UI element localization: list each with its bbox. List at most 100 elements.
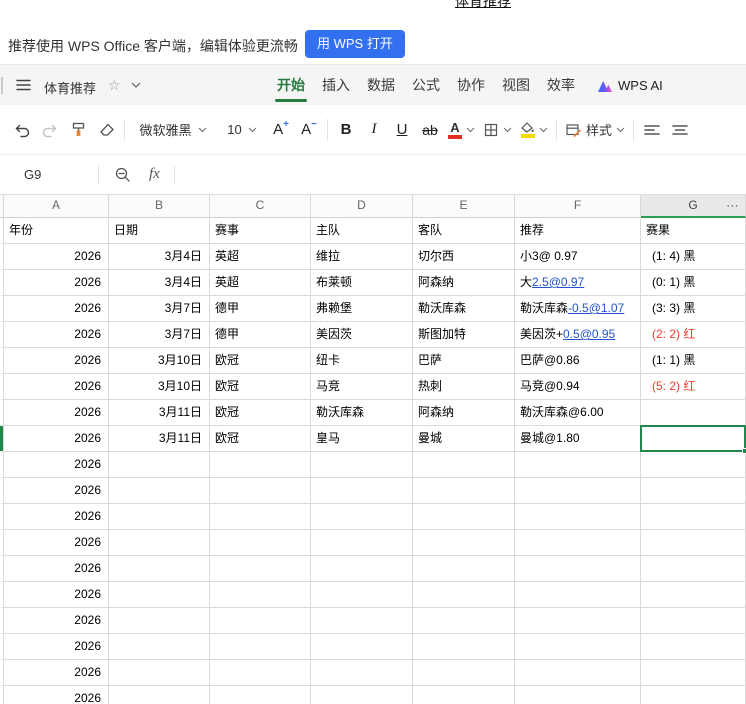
cell-D7[interactable]: 马竞 [311, 374, 413, 400]
cell-D19[interactable] [311, 686, 413, 704]
cell-F15[interactable] [515, 582, 641, 608]
cell-G4[interactable]: (3: 3) 黑 [641, 296, 746, 322]
cell-A16[interactable]: 2026 [4, 608, 109, 634]
align-left-button[interactable] [642, 115, 662, 145]
cell-A18[interactable]: 2026 [4, 660, 109, 686]
cell-C6[interactable]: 欧冠 [210, 348, 311, 374]
cell-G19[interactable] [641, 686, 746, 704]
cell-E5[interactable]: 斯图加特 [413, 322, 515, 348]
cell-B9[interactable]: 3月11日 [109, 426, 210, 452]
cell-style-button[interactable]: 样式 [565, 115, 625, 145]
cell-C11[interactable] [210, 478, 311, 504]
cell-G1[interactable]: 赛果 [641, 218, 746, 244]
cell-C19[interactable] [210, 686, 311, 704]
zoom-out-icon[interactable] [113, 160, 133, 190]
cell-E1[interactable]: 客队 [413, 218, 515, 244]
cell-G16[interactable] [641, 608, 746, 634]
cell-F12[interactable] [515, 504, 641, 530]
cell-E7[interactable]: 热刺 [413, 374, 515, 400]
cell-D18[interactable] [311, 660, 413, 686]
font-color-button[interactable]: A [448, 115, 475, 145]
cell-D1[interactable]: 主队 [311, 218, 413, 244]
cell-B13[interactable] [109, 530, 210, 556]
cell-F5[interactable]: 美因茨+0.5@0.95 [515, 322, 641, 348]
cell-E9[interactable]: 曼城 [413, 426, 515, 452]
column-header-A[interactable]: A [4, 195, 109, 218]
cell-G7[interactable]: (5: 2) 红 [641, 374, 746, 400]
favorite-star-icon[interactable]: ☆ [108, 77, 121, 93]
open-in-wps-button[interactable]: 用 WPS 打开 [305, 30, 405, 58]
cell-F13[interactable] [515, 530, 641, 556]
borders-button[interactable] [483, 115, 512, 145]
cell-F18[interactable] [515, 660, 641, 686]
cell-G5[interactable]: (2: 2) 红 [641, 322, 746, 348]
cell-A12[interactable]: 2026 [4, 504, 109, 530]
cell-F9[interactable]: 曼城@1.80 [515, 426, 641, 452]
cell-E17[interactable] [413, 634, 515, 660]
cell-G9[interactable] [640, 425, 746, 454]
tab-collaborate[interactable]: 协作 [457, 65, 485, 106]
cell-G12[interactable] [641, 504, 746, 530]
cell-B3[interactable]: 3月4日 [109, 270, 210, 296]
cell-A7[interactable]: 2026 [4, 374, 109, 400]
cell-B12[interactable] [109, 504, 210, 530]
cell-B2[interactable]: 3月4日 [109, 244, 210, 270]
cell-A3[interactable]: 2026 [4, 270, 109, 296]
cell-A1[interactable]: 年份 [4, 218, 109, 244]
decrease-font-button[interactable]: A − [299, 115, 319, 145]
cell-C13[interactable] [210, 530, 311, 556]
cell-E6[interactable]: 巴萨 [413, 348, 515, 374]
bold-button[interactable]: B [336, 115, 356, 145]
increase-font-button[interactable]: A + [271, 115, 291, 145]
cell-C17[interactable] [210, 634, 311, 660]
cell-A14[interactable]: 2026 [4, 556, 109, 582]
cell-D14[interactable] [311, 556, 413, 582]
cell-D11[interactable] [311, 478, 413, 504]
cell-G18[interactable] [641, 660, 746, 686]
cell-D4[interactable]: 弗赖堡 [311, 296, 413, 322]
column-header-B[interactable]: B [109, 195, 210, 218]
italic-button[interactable]: I [364, 115, 384, 145]
cell-D17[interactable] [311, 634, 413, 660]
insert-function-icon[interactable]: fx [149, 166, 160, 183]
cell-A17[interactable]: 2026 [4, 634, 109, 660]
cell-D15[interactable] [311, 582, 413, 608]
cell-B19[interactable] [109, 686, 210, 704]
cell-B1[interactable]: 日期 [109, 218, 210, 244]
cell-B5[interactable]: 3月7日 [109, 322, 210, 348]
cell-B14[interactable] [109, 556, 210, 582]
cell-B11[interactable] [109, 478, 210, 504]
cell-D9[interactable]: 皇马 [311, 426, 413, 452]
cell-F7[interactable]: 马竞@0.94 [515, 374, 641, 400]
column-header-D[interactable]: D [311, 195, 413, 218]
cell-E15[interactable] [413, 582, 515, 608]
cell-C4[interactable]: 德甲 [210, 296, 311, 322]
cell-E12[interactable] [413, 504, 515, 530]
cell-C14[interactable] [210, 556, 311, 582]
cell-C9[interactable]: 欧冠 [210, 426, 311, 452]
cell-F4[interactable]: 勒沃库森-0.5@1.07 [515, 296, 641, 322]
cell-B16[interactable] [109, 608, 210, 634]
cell-B10[interactable] [109, 452, 210, 478]
fill-color-button[interactable] [520, 115, 548, 145]
tab-data[interactable]: 数据 [367, 65, 395, 106]
cell-E8[interactable]: 阿森纳 [413, 400, 515, 426]
title-chevron-down-icon[interactable] [131, 82, 141, 88]
cell-F10[interactable] [515, 452, 641, 478]
cell-C8[interactable]: 欧冠 [210, 400, 311, 426]
cell-F2[interactable]: 小3@ 0.97 [515, 244, 641, 270]
cell-E13[interactable] [413, 530, 515, 556]
cell-C16[interactable] [210, 608, 311, 634]
cell-G13[interactable] [641, 530, 746, 556]
cell-A9[interactable]: 2026 [4, 426, 109, 452]
font-name-select[interactable]: 微软雅黑 [133, 115, 213, 145]
more-columns-icon[interactable]: ⋯ [726, 195, 740, 216]
document-title[interactable]: 体育推荐 [44, 78, 96, 97]
cell-E4[interactable]: 勒沃库森 [413, 296, 515, 322]
cell-C2[interactable]: 英超 [210, 244, 311, 270]
format-painter-icon[interactable] [68, 115, 88, 145]
cell-F19[interactable] [515, 686, 641, 704]
cell-C10[interactable] [210, 452, 311, 478]
tab-insert[interactable]: 插入 [322, 65, 350, 106]
tab-efficiency[interactable]: 效率 [547, 65, 575, 106]
